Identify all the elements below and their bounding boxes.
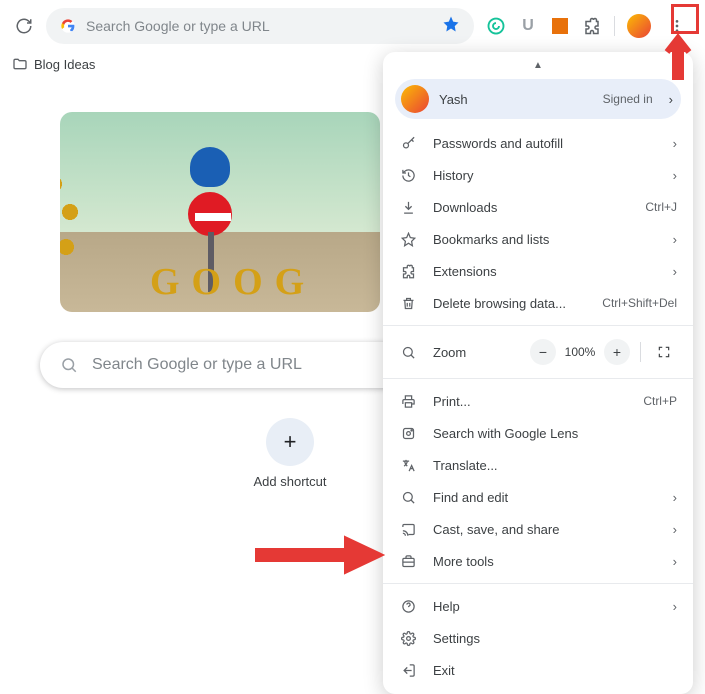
annotation-arrow-right-icon bbox=[255, 535, 385, 575]
add-shortcut[interactable]: + Add shortcut bbox=[250, 418, 330, 489]
menu-item-delete-browsing-data[interactable]: Delete browsing data... Ctrl+Shift+Del bbox=[383, 287, 693, 319]
find-icon bbox=[399, 490, 417, 505]
menu-item-settings[interactable]: Settings bbox=[383, 622, 693, 654]
menu-item-search-with-google-lens[interactable]: Search with Google Lens bbox=[383, 417, 693, 449]
menu-item-label: Passwords and autofill bbox=[433, 136, 657, 151]
chevron-right-icon: › bbox=[673, 490, 677, 505]
menu-item-shortcut: Ctrl+J bbox=[645, 200, 677, 214]
zoom-in-button[interactable]: + bbox=[604, 339, 630, 365]
chevron-right-icon: › bbox=[669, 92, 673, 107]
menu-item-more-tools[interactable]: More tools › bbox=[383, 545, 693, 577]
extensions-puzzle-icon[interactable] bbox=[582, 16, 602, 36]
menu-item-shortcut: Ctrl+P bbox=[643, 394, 677, 408]
menu-item-label: Translate... bbox=[433, 458, 677, 473]
help-icon bbox=[399, 599, 417, 614]
menu-avatar bbox=[401, 85, 429, 113]
cast-icon bbox=[399, 522, 417, 537]
extension-orange-icon[interactable] bbox=[550, 16, 570, 36]
grammarly-icon[interactable] bbox=[486, 16, 506, 36]
star-icon bbox=[399, 232, 417, 247]
menu-collapse-button[interactable]: ▲ bbox=[383, 58, 693, 75]
folder-icon bbox=[12, 56, 28, 72]
menu-item-label: More tools bbox=[433, 554, 657, 569]
chevron-right-icon: › bbox=[673, 264, 677, 279]
menu-item-label: Help bbox=[433, 599, 657, 614]
chevron-right-icon: › bbox=[673, 522, 677, 537]
menu-item-label: Find and edit bbox=[433, 490, 657, 505]
menu-user-status: Signed in bbox=[603, 92, 653, 106]
menu-zoom-row: Zoom − 100% + bbox=[383, 332, 693, 372]
menu-item-shortcut: Ctrl+Shift+Del bbox=[602, 296, 677, 310]
fullscreen-button[interactable] bbox=[651, 339, 677, 365]
exit-icon bbox=[399, 663, 417, 678]
google-icon bbox=[60, 18, 76, 34]
translate-icon bbox=[399, 458, 417, 473]
print-icon bbox=[399, 394, 417, 409]
zoom-icon bbox=[399, 345, 417, 360]
bookmark-label: Blog Ideas bbox=[34, 57, 95, 72]
bookmark-star-icon[interactable] bbox=[442, 15, 460, 38]
extension-u-icon[interactable]: U bbox=[518, 16, 538, 36]
chevron-right-icon: › bbox=[673, 554, 677, 569]
menu-item-passwords-and-autofill[interactable]: Passwords and autofill › bbox=[383, 127, 693, 159]
chevron-right-icon: › bbox=[673, 232, 677, 247]
menu-item-label: Cast, save, and share bbox=[433, 522, 657, 537]
menu-item-label: Settings bbox=[433, 631, 677, 646]
zoom-label: Zoom bbox=[433, 345, 514, 360]
bookmark-item[interactable]: Blog Ideas bbox=[12, 56, 95, 72]
toolbar-divider bbox=[614, 16, 615, 36]
menu-item-label: Print... bbox=[433, 394, 627, 409]
menu-item-extensions[interactable]: Extensions › bbox=[383, 255, 693, 287]
add-shortcut-label: Add shortcut bbox=[254, 474, 327, 489]
menu-separator bbox=[383, 583, 693, 584]
profile-avatar[interactable] bbox=[627, 14, 651, 38]
menu-item-label: Delete browsing data... bbox=[433, 296, 586, 311]
settings-icon bbox=[399, 631, 417, 646]
reload-button[interactable] bbox=[10, 12, 38, 40]
zoom-out-button[interactable]: − bbox=[530, 339, 556, 365]
chrome-menu: ▲ Yash Signed in › Passwords and autofil… bbox=[383, 52, 693, 694]
omnibox[interactable]: Search Google or type a URL bbox=[46, 8, 474, 44]
menu-item-history[interactable]: History › bbox=[383, 159, 693, 191]
menu-item-label: Downloads bbox=[433, 200, 629, 215]
chevron-right-icon: › bbox=[673, 168, 677, 183]
menu-item-label: Exit bbox=[433, 663, 677, 678]
menu-item-label: Search with Google Lens bbox=[433, 426, 677, 441]
puzzle-icon bbox=[399, 264, 417, 279]
menu-item-cast-save-and-share[interactable]: Cast, save, and share › bbox=[383, 513, 693, 545]
chevron-right-icon: › bbox=[673, 599, 677, 614]
google-doodle[interactable]: GOOG bbox=[60, 112, 380, 312]
trash-icon bbox=[399, 296, 417, 311]
add-shortcut-button[interactable]: + bbox=[266, 418, 314, 466]
menu-item-help[interactable]: Help › bbox=[383, 590, 693, 622]
key-icon bbox=[399, 136, 417, 151]
annotation-arrow-up-icon bbox=[661, 30, 695, 80]
history-icon bbox=[399, 168, 417, 183]
menu-item-label: Bookmarks and lists bbox=[433, 232, 657, 247]
lens-icon bbox=[399, 426, 417, 441]
zoom-level: 100% bbox=[562, 345, 598, 359]
menu-item-label: History bbox=[433, 168, 657, 183]
menu-separator bbox=[383, 325, 693, 326]
ntp-search-placeholder: Search Google or type a URL bbox=[92, 356, 302, 374]
omnibox-placeholder: Search Google or type a URL bbox=[86, 18, 432, 34]
chevron-right-icon: › bbox=[673, 136, 677, 151]
menu-item-label: Extensions bbox=[433, 264, 657, 279]
menu-separator bbox=[383, 378, 693, 379]
menu-item-print[interactable]: Print... Ctrl+P bbox=[383, 385, 693, 417]
menu-user-name: Yash bbox=[439, 92, 593, 107]
menu-user-row[interactable]: Yash Signed in › bbox=[395, 79, 681, 119]
menu-item-find-and-edit[interactable]: Find and edit › bbox=[383, 481, 693, 513]
menu-item-translate[interactable]: Translate... bbox=[383, 449, 693, 481]
download-icon bbox=[399, 200, 417, 215]
doodle-letters: GOOG bbox=[150, 260, 316, 304]
tools-icon bbox=[399, 554, 417, 569]
browser-toolbar: Search Google or type a URL U bbox=[0, 0, 705, 52]
menu-item-bookmarks-and-lists[interactable]: Bookmarks and lists › bbox=[383, 223, 693, 255]
search-icon bbox=[60, 356, 78, 374]
menu-item-downloads[interactable]: Downloads Ctrl+J bbox=[383, 191, 693, 223]
